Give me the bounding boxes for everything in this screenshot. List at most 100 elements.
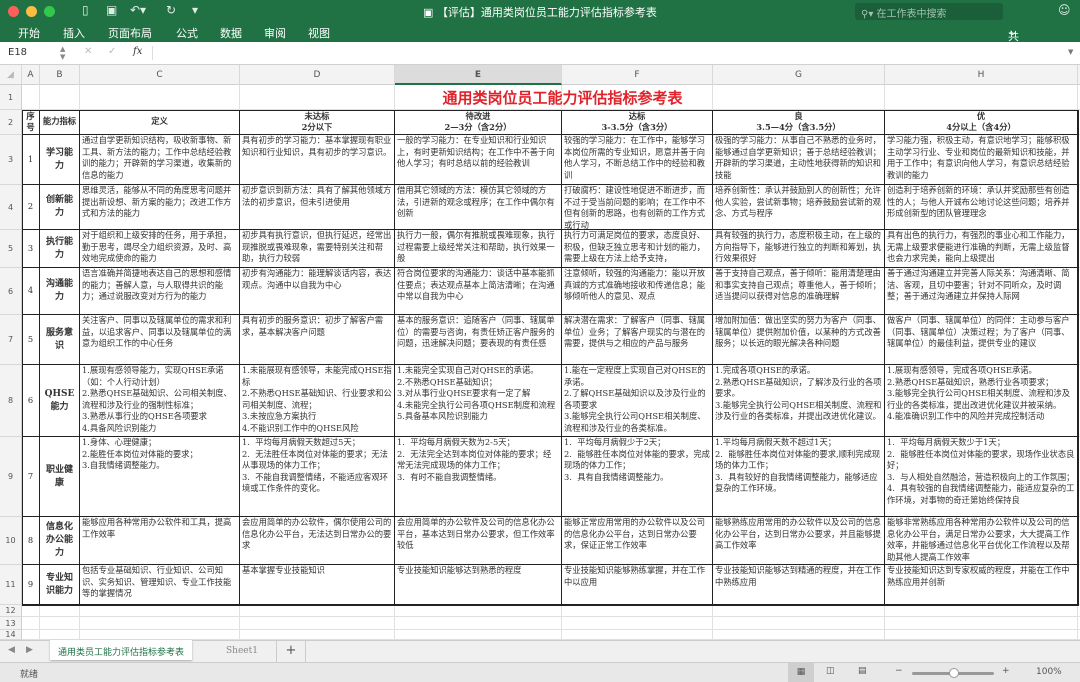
row-header[interactable]: 3 [0,135,22,185]
tab-data[interactable]: 数据 [220,25,242,41]
column-header-h[interactable]: H [885,65,1078,85]
row-number-cell[interactable]: 1 [22,135,40,185]
row-number-cell[interactable]: 7 [22,437,40,517]
level-criteria-cell[interactable]: 具有较强的执行力，态度积极主动，在上级的方向指导下，能够进行独立的判断和筹划，执… [713,230,885,268]
row-header[interactable]: 12 [0,605,22,617]
select-all-corner[interactable]: ◢ [0,65,22,85]
name-box[interactable]: E18 [8,47,27,58]
level-criteria-cell[interactable]: 专业技能知识达到专家权威的程度，并能在工作中熟练应用并创新 [885,565,1078,605]
zoom-slider[interactable] [912,668,994,678]
level-criteria-cell[interactable]: 能够正常应用常用的办公软件以及公司的信息化办公平台，达到日常办公要求，保证正常工… [562,517,713,565]
zoom-in-button[interactable]: + [1002,666,1010,676]
level-criteria-cell[interactable]: 1. 平均每月病假天数超过5天； 2. 无法胜任本岗位对体能的要求；无法从事现场… [240,437,395,517]
page-break-view-button[interactable]: ▤ [858,666,867,676]
level-criteria-cell[interactable]: 借用其它领域的方法：模仿其它领域的方法，引进新的观念或程序；在工作中偶尔有创新 [395,185,562,230]
tab-formulas[interactable]: 公式 [176,25,198,41]
row-header[interactable]: 11 [0,565,22,605]
level-criteria-cell[interactable]: 学习能力强，积极主动，有意识地学习；能够积极主动学习行业、专业和岗位的最新知识和… [885,135,1078,185]
level-criteria-cell[interactable]: 会应用简单的办公软件及公司的信息化办公平台，基本达到日常办公要求，但工作效率较低 [395,517,562,565]
row-header[interactable]: 5 [0,230,22,268]
level-criteria-cell[interactable]: 具有初步的学习能力：基本掌握现有职业知识和行业知识，具有初步的学习意识。 [240,135,395,185]
cancel-icon[interactable]: ✕ [84,46,92,57]
level-criteria-cell[interactable]: 较强的学习能力：在工作中，能够学习本岗位所需的专业知识，愿意并善于向他人学习，不… [562,135,713,185]
zoom-out-button[interactable]: − [895,666,903,676]
account-icon[interactable]: ☺ [1058,3,1071,17]
level-criteria-cell[interactable]: 打破腐朽：建设性地促进不断进步，而不过于受当前问题的影响；在工作中不但有创新的思… [562,185,713,230]
level-criteria-cell[interactable]: 执行力可满足岗位的要求，态度良好、积极，但缺乏独立思考和计划的能力，需要上级在方… [562,230,713,268]
definition-cell[interactable]: 思维灵活，能够从不同的角度思考问题并提出新设想、新方案的能力；改进工作方式和方法… [80,185,240,230]
header-definition[interactable]: 定义 [80,110,240,135]
sheet-search-input[interactable]: ⚲▾ 在工作表中搜索 [855,3,1003,20]
definition-cell[interactable]: 对于组织和上级安排的任务，用于承担，勤于思考，竭尽全力组织资源，及时、高效地完成… [80,230,240,268]
ability-name-cell[interactable]: 信息化办公能力 [40,517,80,565]
level-criteria-cell[interactable]: 能够非常熟练应用各种常用办公软件以及公司的信息化办公平台，满足日常办公要求，大大… [885,517,1078,565]
row-header[interactable]: 7 [0,315,22,365]
ability-name-cell[interactable]: 职业健康 [40,437,80,517]
column-header-g[interactable]: G [713,65,885,85]
level-criteria-cell[interactable]: 1.平均每月病假天数不超过1天； 2. 能够胜任本岗位对体能的要求,顺利完成现场… [713,437,885,517]
level-criteria-cell[interactable]: 初步意识到新方法：具有了解其他领域方法的初步意识，但未引进使用 [240,185,395,230]
level-criteria-cell[interactable]: 创造利于培养创新的环境：承认并奖励那些有创造性的人；与他人开诚布公地讨论这些问题… [885,185,1078,230]
ability-name-cell[interactable]: 专业知识能力 [40,565,80,605]
level-criteria-cell[interactable]: 一般的学习能力：在专业知识和行业知识上，有时更新知识结构；在工作中不善于向他人学… [395,135,562,185]
level-criteria-cell[interactable]: 极强的学习能力：从事自己不熟悉的业务时，能够通过自学更新知识；善于总结经验教训；… [713,135,885,185]
ability-name-cell[interactable]: 创新能力 [40,185,80,230]
row-number-cell[interactable]: 9 [22,565,40,605]
row-header[interactable]: 1 [0,85,22,110]
ability-name-cell[interactable]: 沟通能力 [40,268,80,315]
header-level[interactable]: 优 4分以上（含4分） [885,110,1078,135]
row-header[interactable]: 6 [0,268,22,315]
normal-view-button[interactable]: ▦ [788,663,814,682]
level-criteria-cell[interactable]: 初步有沟通能力：能理解谈话内容，表达观点。沟通中以自我为中心 [240,268,395,315]
level-criteria-cell[interactable]: 初步具有执行意识，但执行延迟，经常出现推脱或畏难现象，需要特别关注和帮助，执行力… [240,230,395,268]
level-criteria-cell[interactable]: 1.展现有感领导，完成各项QHSE承诺。 2.熟悉QHSE基础知识，熟悉行业各项… [885,365,1078,437]
level-criteria-cell[interactable]: 培养创新性：承认并鼓励别人的创新性；允许他人实验，尝试新事物；培养鼓励尝试新的观… [713,185,885,230]
level-criteria-cell[interactable]: 能够熟练应用常用的办公软件以及公司的信息化办公平台，达到日常办公要求，并且能够提… [713,517,885,565]
level-criteria-cell[interactable]: 增加附加值：做出坚实的努力为客户（同事、辖属单位）提供附加价值，以某种的方式改善… [713,315,885,365]
tab-page-layout[interactable]: 页面布局 [108,25,152,41]
row-number-cell[interactable]: 6 [22,365,40,437]
level-criteria-cell[interactable]: 基本掌握专业技能知识 [240,565,395,605]
level-criteria-cell[interactable]: 具有初步的服务意识：初步了解客户需求，基本解决客户问题 [240,315,395,365]
level-criteria-cell[interactable]: 注意倾听，较强的沟通能力：能以开放真诚的方式准确地接收和传递信息；能够倾听他人的… [562,268,713,315]
column-header-a[interactable]: A [22,65,40,85]
column-header-c[interactable]: C [80,65,240,85]
column-header-b[interactable]: B [40,65,80,85]
level-criteria-cell[interactable]: 1.未能完全实现自己对QHSE的承诺。 2.不熟悉QHSE基础知识； 3.对从事… [395,365,562,437]
name-box-stepper-icon[interactable]: ▲ ▼ [60,45,65,61]
page-layout-view-button[interactable]: ◫ [826,666,835,676]
level-criteria-cell[interactable]: 1.未能展现有感领导，未能完成QHSE指标 2.不熟悉QHSE基础知识、行业要求… [240,365,395,437]
definition-cell[interactable]: 通过自学更新知识结构，吸收新事物、新工具、新方法的能力；工作中总结经验教训的能力… [80,135,240,185]
next-sheet-icon[interactable]: ▶ [26,645,33,655]
level-criteria-cell[interactable]: 专业技能知识能够达到熟悉的程度 [395,565,562,605]
tab-review[interactable]: 审阅 [264,25,286,41]
level-criteria-cell[interactable]: 执行力一般，偶尔有推脱或畏难现象，执行过程需要上级经常关注和帮助，执行效果一般 [395,230,562,268]
expand-formula-icon[interactable]: ▼ [1068,48,1073,56]
level-criteria-cell[interactable]: 解决潜在需求：了解客户（同事、辖属单位）业务；了解客户现实的与潜在的需要，提供与… [562,315,713,365]
level-criteria-cell[interactable]: 1. 平均每月病假天数少于1天； 2. 能够胜任本岗位对体能的要求，现场作业状态… [885,437,1078,517]
row-number-cell[interactable]: 3 [22,230,40,268]
row-header[interactable]: 13 [0,617,22,630]
row-number-cell[interactable]: 2 [22,185,40,230]
ability-name-cell[interactable]: 服务意识 [40,315,80,365]
row-number-cell[interactable]: 5 [22,315,40,365]
definition-cell[interactable]: 关注客户、同事以及辖属单位的需求和利益，以追求客户、同事以及辖属单位的满意为组织… [80,315,240,365]
ability-name-cell[interactable]: QHSE能力 [40,365,80,437]
header-no[interactable]: 序号 [22,110,40,135]
row-header[interactable]: 2 [0,110,22,135]
function-icon[interactable]: fx [133,46,142,57]
definition-cell[interactable]: 包括专业基础知识、行业知识、公司知识、实务知识、管理知识、专业工作技能等的掌握情… [80,565,240,605]
zoom-slider-thumb[interactable] [949,668,959,678]
enter-icon[interactable]: ✓ [108,46,116,57]
row-header[interactable]: 4 [0,185,22,230]
row-header[interactable]: 8 [0,365,22,437]
add-sheet-button[interactable]: + [276,641,306,662]
row-header[interactable]: 10 [0,517,22,565]
level-criteria-cell[interactable]: 善于通过沟通建立并完善人际关系：沟通清晰、简洁、客观，且切中要害；针对不同听众，… [885,268,1078,315]
header-level[interactable]: 达标 3-3.5分（含3分） [562,110,713,135]
level-criteria-cell[interactable]: 会应用简单的办公软件，偶尔使用公司的信息化办公平台，无法达到日常办公的要求 [240,517,395,565]
definition-cell[interactable]: 语言准确并简捷地表达自己的思想和感情的能力；善解人意，与人取得共识的能力；通过说… [80,268,240,315]
row-header[interactable]: 14 [0,630,22,640]
header-level[interactable]: 待改进 2—3分（含2分） [395,110,562,135]
sheet-tab-sheet1[interactable]: Sheet1 [226,646,258,656]
